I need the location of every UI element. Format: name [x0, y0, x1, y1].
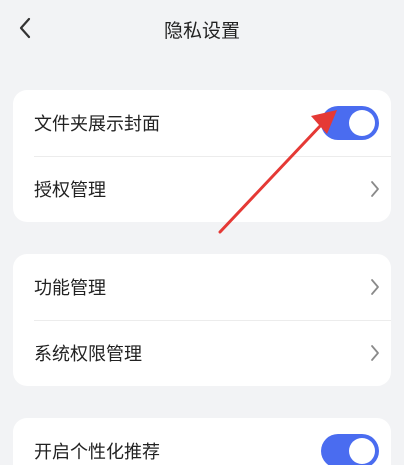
row-personalized-recommendation: 开启个性化推荐 [13, 418, 391, 465]
row-label: 授权管理 [34, 180, 106, 201]
annotation-arrow-icon [218, 110, 337, 234]
row-auth-manage[interactable]: 授权管理 [13, 156, 391, 222]
row-label: 功能管理 [34, 278, 106, 299]
chevron-right-icon [367, 343, 383, 363]
folder-cover-toggle[interactable] [321, 106, 379, 140]
settings-card-management: 功能管理 系统权限管理 [13, 254, 391, 386]
personalized-recommendation-toggle[interactable] [321, 434, 379, 465]
toggle-knob [349, 438, 375, 464]
page-title: 隐私设置 [163, 20, 240, 42]
chevron-right-icon [367, 179, 383, 199]
settings-card-display: 文件夹展示封面 授权管理 [13, 90, 391, 222]
privacy-settings-page: 隐私设置 文件夹展示封面 授权管理 功能管理 系统权限管理 开启个性化推荐 [0, 0, 404, 465]
row-label: 系统权限管理 [34, 344, 142, 365]
row-system-permission[interactable]: 系统权限管理 [13, 320, 391, 386]
row-feature-manage[interactable]: 功能管理 [13, 254, 391, 320]
row-folder-cover: 文件夹展示封面 [13, 90, 391, 156]
chevron-right-icon [367, 277, 383, 297]
row-label: 开启个性化推荐 [34, 442, 160, 463]
row-label: 文件夹展示封面 [34, 114, 160, 135]
header-bar: 隐私设置 [0, 0, 404, 60]
toggle-knob [349, 110, 375, 136]
settings-card-recommendation: 开启个性化推荐 [13, 418, 391, 465]
